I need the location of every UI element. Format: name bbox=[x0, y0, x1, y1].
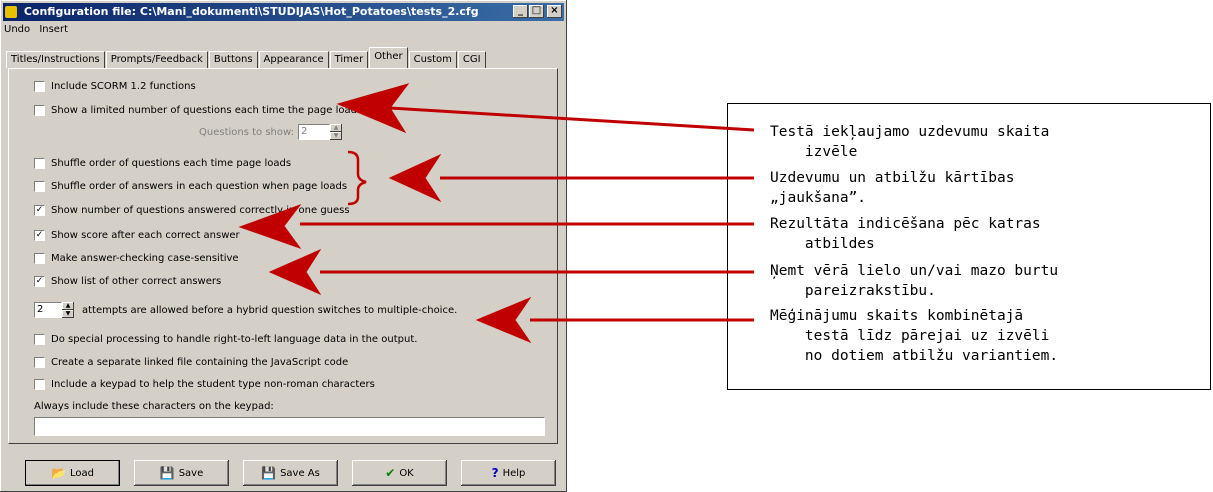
tab-strip: Titles/Instructions Prompts/Feedback But… bbox=[6, 47, 487, 68]
checkmark-icon: ✔ bbox=[385, 466, 396, 480]
rtl-label: Do special processing to handle right-to… bbox=[51, 334, 418, 345]
show-score-checkbox[interactable]: ✓ bbox=[34, 230, 45, 241]
attempts-value[interactable]: 2 bbox=[34, 302, 62, 318]
title-bar[interactable]: Configuration file: C:\Mani_dokumenti\ST… bbox=[3, 3, 564, 21]
show-number-checkbox[interactable]: ✓ bbox=[34, 205, 45, 216]
tab-buttons[interactable]: Buttons bbox=[208, 51, 258, 68]
help-label: Help bbox=[502, 467, 526, 479]
show-score-label: Show score after each correct answer bbox=[51, 230, 240, 241]
spin-up-icon[interactable]: ▲ bbox=[62, 302, 74, 310]
tab-titles-instructions[interactable]: Titles/Instructions bbox=[6, 51, 105, 68]
note-question-count: Testā iekļaujamo uzdevumu skaita izvēle bbox=[770, 124, 1050, 160]
show-list-label: Show list of other correct answers bbox=[51, 276, 222, 287]
menu-insert[interactable]: Insert bbox=[39, 24, 68, 35]
option-shuffle-answers[interactable]: Shuffle order of answers in each questio… bbox=[34, 181, 347, 192]
questions-to-show-value[interactable]: 2 bbox=[298, 124, 330, 140]
annotation-box: Testā iekļaujamo uzdevumu skaita izvēle … bbox=[727, 103, 1211, 390]
minimize-button[interactable]: _ bbox=[513, 5, 528, 18]
question-mark-icon: ? bbox=[491, 466, 499, 480]
option-separate-js[interactable]: Create a separate linked file containing… bbox=[34, 357, 348, 368]
tab-appearance[interactable]: Appearance bbox=[258, 51, 329, 68]
rtl-checkbox[interactable] bbox=[34, 334, 45, 345]
tab-cgi[interactable]: CGI bbox=[457, 51, 486, 68]
close-button[interactable]: × bbox=[547, 5, 562, 18]
floppy-icon: 💾 bbox=[159, 466, 175, 480]
option-keypad[interactable]: Include a keypad to help the student typ… bbox=[34, 379, 375, 390]
scorm-checkbox[interactable] bbox=[34, 81, 45, 92]
shuffle-answers-label: Shuffle order of answers in each questio… bbox=[51, 181, 348, 192]
show-number-label: Show number of questions answered correc… bbox=[51, 205, 350, 216]
save-as-button[interactable]: 💾 Save As bbox=[243, 460, 338, 486]
case-sensitive-label: Make answer-checking case-sensitive bbox=[51, 253, 239, 264]
tab-other[interactable]: Other bbox=[369, 47, 408, 68]
ok-button[interactable]: ✔ OK bbox=[352, 460, 447, 486]
option-limited-questions[interactable]: Show a limited number of questions each … bbox=[34, 105, 362, 116]
option-case-sensitive[interactable]: Make answer-checking case-sensitive bbox=[34, 253, 239, 264]
load-button[interactable]: 📂 Load bbox=[25, 460, 120, 486]
keypad-chars-input[interactable] bbox=[34, 417, 545, 436]
app-icon bbox=[5, 6, 17, 18]
questions-to-show-label: Questions to show: bbox=[199, 126, 294, 138]
save-as-label: Save As bbox=[280, 467, 320, 479]
questions-to-show: Questions to show: 2 ▲ ▼ bbox=[199, 124, 342, 140]
menu-undo[interactable]: Undo bbox=[4, 24, 30, 35]
spin-down-icon[interactable]: ▼ bbox=[62, 310, 74, 318]
separate-js-checkbox[interactable] bbox=[34, 357, 45, 368]
folder-icon: 📂 bbox=[51, 466, 66, 480]
tab-prompts-feedback[interactable]: Prompts/Feedback bbox=[105, 51, 208, 68]
save-button[interactable]: 💾 Save bbox=[134, 460, 229, 486]
note-case: Ņemt vērā lielo un/vai mazo burtu pareiz… bbox=[770, 263, 1059, 299]
keypad-checkbox[interactable] bbox=[34, 379, 45, 390]
note-score: Rezultāta indicēšana pēc katras atbildes bbox=[770, 216, 1041, 252]
save-label: Save bbox=[178, 467, 204, 479]
shuffle-questions-checkbox[interactable] bbox=[34, 158, 45, 169]
attempts-row: 2 ▲ ▼ attempts are allowed before a hybr… bbox=[34, 302, 457, 318]
attempts-spinner[interactable]: 2 ▲ ▼ bbox=[34, 302, 74, 318]
button-row: 📂 Load 💾 Save 💾 Save As ✔ OK ? Help bbox=[25, 460, 570, 486]
scorm-label: Include SCORM 1.2 functions bbox=[51, 81, 196, 92]
shuffle-questions-label: Shuffle order of questions each time pag… bbox=[51, 158, 292, 169]
option-rtl[interactable]: Do special processing to handle right-to… bbox=[34, 334, 417, 345]
config-dialog: Configuration file: C:\Mani_dokumenti\ST… bbox=[0, 0, 567, 492]
separate-js-label: Create a separate linked file containing… bbox=[51, 357, 349, 368]
keypad-chars-label: Always include these characters on the k… bbox=[34, 401, 274, 412]
help-button[interactable]: ? Help bbox=[461, 460, 556, 486]
attempts-label: attempts are allowed before a hybrid que… bbox=[82, 304, 458, 316]
keypad-label: Include a keypad to help the student typ… bbox=[51, 379, 375, 390]
tab-custom[interactable]: Custom bbox=[408, 51, 457, 68]
tab-timer[interactable]: Timer bbox=[329, 51, 369, 68]
shuffle-answers-checkbox[interactable] bbox=[34, 181, 45, 192]
window-title: Configuration file: C:\Mani_dokumenti\ST… bbox=[23, 5, 479, 18]
show-list-checkbox[interactable]: ✓ bbox=[34, 276, 45, 287]
option-shuffle-questions[interactable]: Shuffle order of questions each time pag… bbox=[34, 158, 291, 169]
note-attempts: Mēģinājumu skaits kombinētajā testā līdz… bbox=[770, 308, 1059, 364]
spin-up-icon[interactable]: ▲ bbox=[330, 124, 342, 132]
load-label: Load bbox=[69, 467, 94, 479]
floppy-icon: 💾 bbox=[261, 466, 277, 480]
questions-to-show-spinner[interactable]: 2 ▲ ▼ bbox=[298, 124, 342, 140]
note-shuffle: Uzdevumu un atbilžu kārtības „jaukšana”. bbox=[770, 170, 1015, 206]
option-show-score[interactable]: ✓ Show score after each correct answer bbox=[34, 230, 240, 241]
maximize-button[interactable]: □ bbox=[529, 5, 544, 18]
option-show-number[interactable]: ✓ Show number of questions answered corr… bbox=[34, 205, 350, 216]
spin-down-icon[interactable]: ▼ bbox=[330, 132, 342, 140]
limited-questions-label: Show a limited number of questions each … bbox=[51, 105, 363, 116]
limited-questions-checkbox[interactable] bbox=[34, 105, 45, 116]
menu-bar: Undo Insert bbox=[4, 23, 74, 37]
ok-label: OK bbox=[399, 467, 414, 479]
option-show-list[interactable]: ✓ Show list of other correct answers bbox=[34, 276, 221, 287]
case-sensitive-checkbox[interactable] bbox=[34, 253, 45, 264]
option-scorm[interactable]: Include SCORM 1.2 functions bbox=[34, 81, 196, 92]
